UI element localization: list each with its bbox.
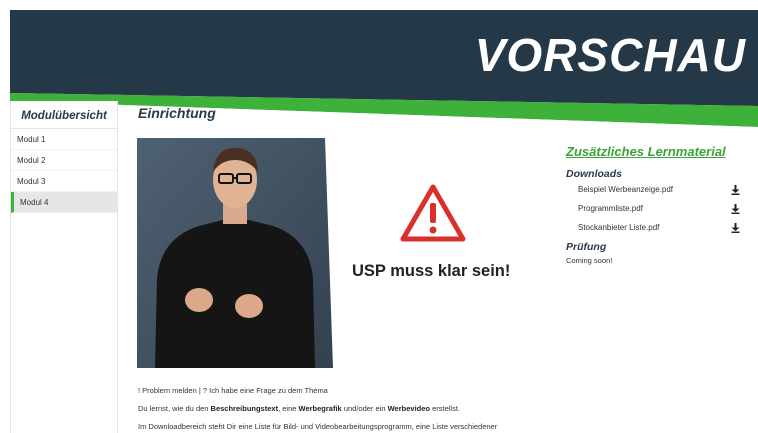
lesson-actions: ! Problem melden | ? Ich habe eine Frage… bbox=[138, 386, 738, 395]
video-thumbnail bbox=[137, 138, 333, 368]
warning-triangle-icon bbox=[400, 184, 466, 247]
download-label: Beispiel Werbeanzeige.pdf bbox=[578, 185, 674, 194]
desc-bold: Beschreibungstext bbox=[210, 404, 279, 413]
action-separator: | bbox=[198, 386, 201, 395]
problem-report-link[interactable]: ! Problem melden bbox=[138, 386, 197, 395]
lesson-video[interactable] bbox=[137, 138, 333, 368]
download-item[interactable]: Beispiel Werbeanzeige.pdf bbox=[566, 180, 746, 199]
pruefung-heading: Prüfung bbox=[566, 241, 607, 253]
usp-text: USP muss klar sein! bbox=[352, 262, 511, 280]
module-sidebar: Modulübersicht Modul 1 Modul 2 Modul 3 M… bbox=[10, 101, 118, 433]
sidebar-item-modul-1[interactable]: Modul 1 bbox=[11, 129, 117, 150]
downloads-heading: Downloads bbox=[566, 168, 623, 180]
desc-text: und/oder ein bbox=[341, 404, 388, 413]
desc-bold: Werbevideo bbox=[387, 404, 430, 413]
sidebar-item-modul-3[interactable]: Modul 3 bbox=[11, 171, 117, 192]
download-item[interactable]: Programmliste.pdf bbox=[566, 199, 746, 218]
section-title: Einrichtung bbox=[138, 105, 216, 121]
desc-text: erstellst. bbox=[429, 404, 460, 413]
extra-material-title: Zusätzliches Lernmaterial bbox=[566, 144, 726, 159]
download-icon[interactable] bbox=[731, 185, 740, 195]
banner-title: VORSCHAU bbox=[474, 29, 746, 81]
extra-material-panel: Zusätzliches Lernmaterial Downloads Beis… bbox=[566, 144, 746, 265]
download-item[interactable]: Stockanbieter Liste.pdf bbox=[566, 218, 746, 237]
page: VORSCHAU Modulübersicht Modul 1 Modul 2 … bbox=[0, 0, 758, 433]
lesson-description: ! Problem melden | ? Ich habe eine Frage… bbox=[138, 386, 738, 433]
download-paragraph: Im Downloadbereich steht Dir eine Liste … bbox=[138, 422, 498, 431]
download-label: Stockanbieter Liste.pdf bbox=[578, 223, 660, 232]
sidebar-title: Modulübersicht bbox=[11, 101, 117, 129]
question-link[interactable]: ? Ich habe eine Frage zu dem Thema bbox=[203, 386, 328, 395]
pruefung-status: Coming soon! bbox=[566, 256, 613, 265]
download-icon[interactable] bbox=[731, 223, 740, 233]
download-label: Programmliste.pdf bbox=[578, 204, 643, 213]
download-icon[interactable] bbox=[731, 204, 740, 214]
desc-text: , eine bbox=[278, 404, 299, 413]
sidebar-item-modul-4[interactable]: Modul 4 bbox=[11, 192, 117, 213]
desc-bold: Werbegrafik bbox=[298, 404, 342, 413]
desc-text: Du lernst, wie du den bbox=[138, 404, 211, 413]
description-paragraph: Du lernst, wie du den Beschreibungstext,… bbox=[138, 404, 738, 413]
sidebar-item-modul-2[interactable]: Modul 2 bbox=[11, 150, 117, 171]
